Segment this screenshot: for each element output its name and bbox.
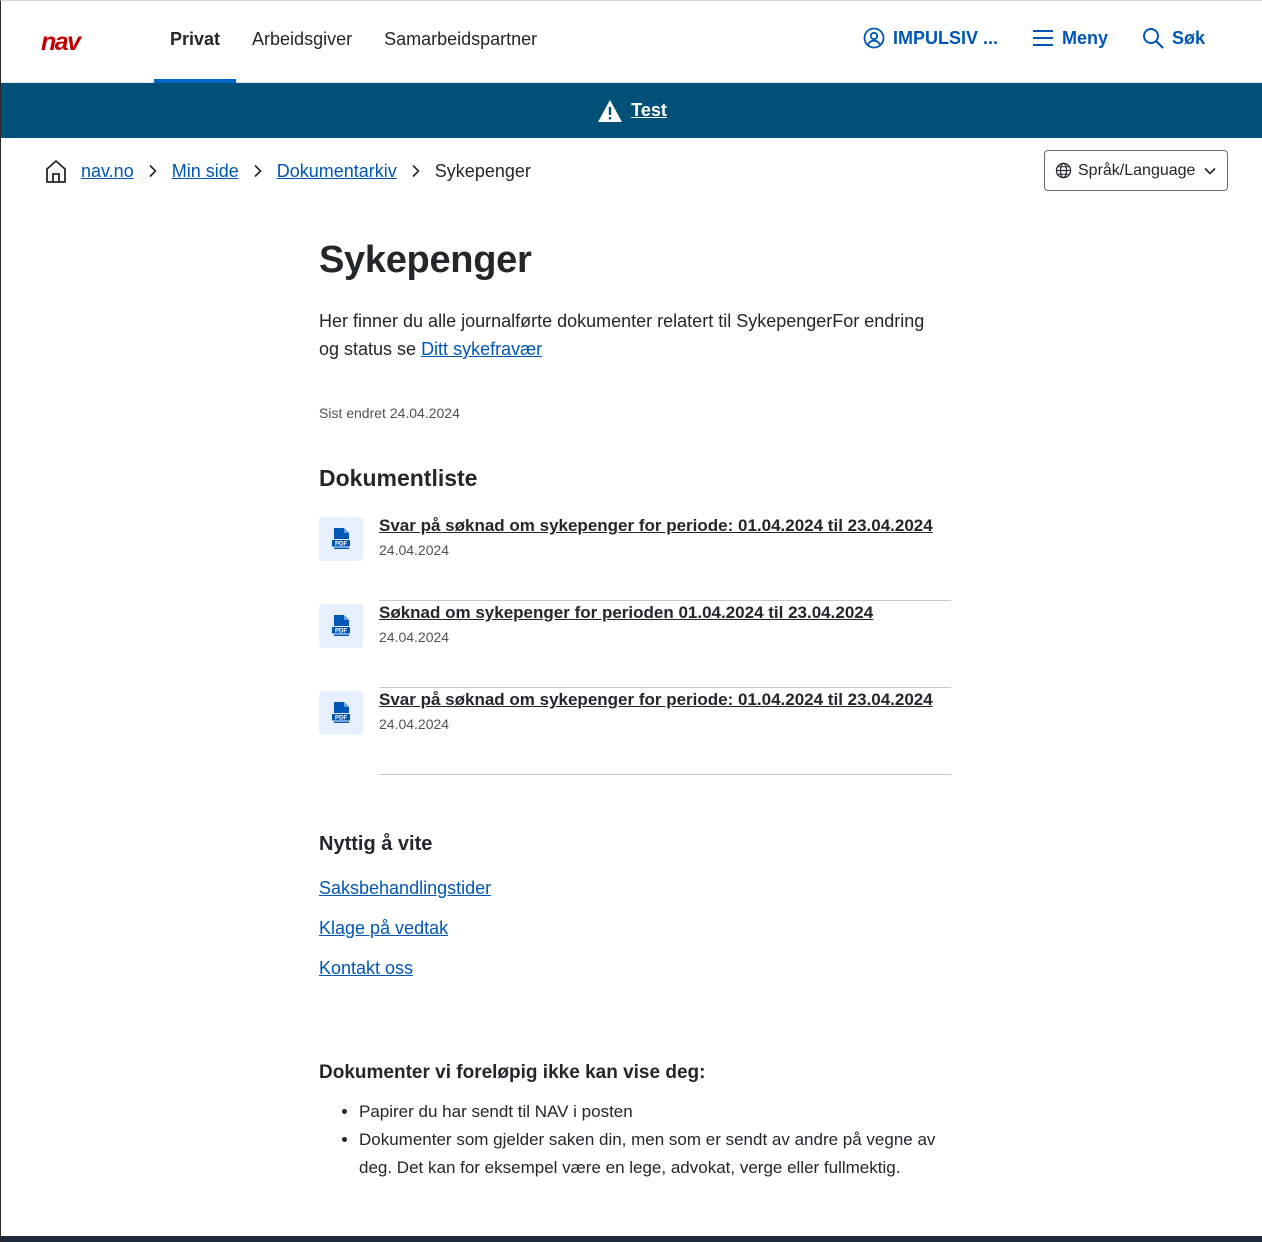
page-frame: nav Privat Arbeidsgiver Samarbeidspartne… xyxy=(0,0,1262,1242)
svg-text:PDF: PDF xyxy=(335,629,347,635)
search-button[interactable]: Søk xyxy=(1142,27,1205,49)
tab-arbeidsgiver[interactable]: Arbeidsgiver xyxy=(236,1,368,83)
alert-banner: Test xyxy=(1,83,1262,138)
doc-body: Svar på søknad om sykepenger for periode… xyxy=(379,688,951,775)
user-label: IMPULSIV ... xyxy=(892,27,998,48)
chevron-down-icon xyxy=(1204,167,1216,175)
user-button[interactable]: IMPULSIV ... xyxy=(863,27,998,49)
saksbehandlingstider-link[interactable]: Saksbehandlingstider xyxy=(319,878,491,898)
tab-samarbeidspartner[interactable]: Samarbeidspartner xyxy=(368,1,553,83)
breadcrumb-link-dokumentarkiv[interactable]: Dokumentarkiv xyxy=(277,161,397,182)
chevron-right-icon xyxy=(148,164,158,178)
svg-text:PDF: PDF xyxy=(335,542,347,548)
intro-text: Her finner du alle journalførte dokument… xyxy=(319,307,939,363)
list-item: Klage på vedtak xyxy=(319,918,951,958)
tab-label: Privat xyxy=(170,29,221,49)
breadcrumb-link-navno[interactable]: nav.no xyxy=(81,161,134,182)
menu-label: Meny xyxy=(1061,27,1108,48)
breadcrumb: nav.no Min side Dokumentarkiv Sykepenger xyxy=(45,157,531,185)
pdf-icon: PDF xyxy=(319,604,363,648)
list-item: PDF Svar på søknad om sykepenger for per… xyxy=(319,514,951,601)
document-date: 24.04.2024 xyxy=(379,629,450,645)
tab-privat[interactable]: Privat xyxy=(154,1,237,83)
site-header: nav Privat Arbeidsgiver Samarbeidspartne… xyxy=(1,1,1262,83)
globe-icon xyxy=(1055,162,1072,179)
logo-text: nav xyxy=(41,29,83,55)
useful-links: Saksbehandlingstider Klage på vedtak Kon… xyxy=(319,878,951,998)
chevron-right-icon xyxy=(411,164,421,178)
audience-tabs: Privat Arbeidsgiver Samarbeidspartner xyxy=(154,1,553,83)
document-date: 24.04.2024 xyxy=(379,542,450,558)
document-link[interactable]: Søknad om sykepenger for perioden 01.04.… xyxy=(379,603,873,623)
language-label: Språk/Language xyxy=(1078,161,1196,179)
home-icon[interactable] xyxy=(45,158,67,184)
header-actions: IMPULSIV ... Meny Søk xyxy=(863,27,1205,49)
banner-link[interactable]: Test xyxy=(631,100,667,121)
list-item: PDF Svar på søknad om sykepenger for per… xyxy=(319,688,951,775)
svg-text:PDF: PDF xyxy=(335,716,347,722)
search-label: Søk xyxy=(1171,27,1205,48)
doc-body: Søknad om sykepenger for perioden 01.04.… xyxy=(379,601,951,688)
warning-icon xyxy=(598,99,623,122)
document-list: PDF Svar på søknad om sykepenger for per… xyxy=(319,514,951,775)
list-item: Saksbehandlingstider xyxy=(319,878,951,918)
user-icon xyxy=(863,27,885,49)
nav-logo[interactable]: nav xyxy=(41,29,107,55)
document-link[interactable]: Svar på søknad om sykepenger for periode… xyxy=(379,690,933,710)
pdf-icon: PDF xyxy=(319,691,363,735)
tab-label: Arbeidsgiver xyxy=(252,29,353,49)
chevron-right-icon xyxy=(253,164,263,178)
list-item: PDF Søknad om sykepenger for perioden 01… xyxy=(319,601,951,688)
hamburger-icon xyxy=(1032,30,1053,46)
kontakt-link[interactable]: Kontakt oss xyxy=(319,958,413,978)
tab-label: Samarbeidspartner xyxy=(384,29,538,49)
document-link[interactable]: Svar på søknad om sykepenger for periode… xyxy=(379,516,933,536)
list-item: Kontakt oss xyxy=(319,958,951,998)
klage-link[interactable]: Klage på vedtak xyxy=(319,918,448,938)
search-icon xyxy=(1142,28,1164,49)
ditt-sykefravaer-link[interactable]: Ditt sykefravær xyxy=(421,339,542,359)
not-shown-list: Papirer du har sendt til NAV i posten Do… xyxy=(319,1098,959,1182)
footer-edge xyxy=(1,1236,1262,1242)
pdf-icon: PDF xyxy=(319,517,363,561)
main-content: Sykepenger Her finner du alle journalfør… xyxy=(319,237,951,1182)
menu-button[interactable]: Meny xyxy=(1032,28,1108,49)
last-changed: Sist endret 24.04.2024 xyxy=(319,405,460,421)
not-shown-title: Dokumenter vi foreløpig ikke kan vise de… xyxy=(319,1062,706,1083)
list-item: Dokumenter som gjelder saken din, men so… xyxy=(359,1126,959,1182)
document-date: 24.04.2024 xyxy=(379,716,450,732)
useful-title: Nyttig å vite xyxy=(319,833,433,855)
page-title: Sykepenger xyxy=(319,239,532,281)
breadcrumb-current: Sykepenger xyxy=(434,160,531,181)
doc-body: Svar på søknad om sykepenger for periode… xyxy=(379,514,951,601)
language-select[interactable]: Språk/Language xyxy=(1044,150,1228,191)
intro-body: Her finner du alle journalførte dokument… xyxy=(319,311,925,359)
doc-section-title: Dokumentliste xyxy=(319,465,478,491)
list-item: Papirer du har sendt til NAV i posten xyxy=(359,1098,959,1126)
breadcrumb-link-min-side[interactable]: Min side xyxy=(172,161,239,182)
